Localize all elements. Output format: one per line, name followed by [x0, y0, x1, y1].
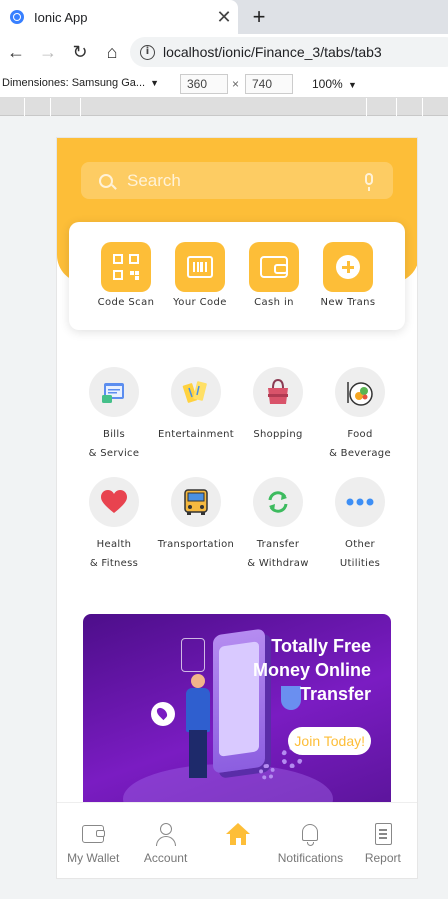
category-label: Shopping	[253, 429, 303, 440]
close-icon[interactable]: ✕	[210, 7, 238, 28]
tab-title: Ionic App	[34, 9, 88, 25]
plus-circle-icon	[336, 255, 360, 279]
transfer-icon	[253, 477, 303, 527]
search-input[interactable]	[127, 170, 347, 191]
category-other[interactable]: Other Utilities	[315, 477, 405, 573]
banner-title: Totally Free Money Online Transfer	[252, 636, 371, 704]
tab-label: Report	[364, 851, 401, 865]
wallet-icon	[82, 825, 106, 843]
category-label: Transportation	[157, 539, 235, 550]
quick-action-label: New Trans	[320, 297, 376, 308]
document-icon	[374, 823, 392, 845]
height-input[interactable]: 740	[245, 74, 293, 94]
category-sublabel: & Service	[88, 448, 140, 459]
media-query-ruler	[0, 98, 448, 116]
shopping-bag-icon	[253, 367, 303, 417]
food-icon	[335, 367, 385, 417]
heart-icon	[89, 477, 139, 527]
your-code-button[interactable]	[175, 242, 225, 292]
category-label: Bills	[103, 429, 125, 440]
browser-tab-bar: Ionic App ✕ +	[0, 0, 448, 34]
ticket-icon	[171, 367, 221, 417]
category-shopping[interactable]: Shopping	[233, 367, 323, 463]
quick-action-label: Code Scan	[97, 297, 155, 308]
category-label: Transfer	[256, 539, 300, 550]
width-input[interactable]: 360	[180, 74, 228, 94]
bottom-tab-bar: My Wallet Account Notifications Report	[57, 802, 417, 878]
microphone-icon[interactable]	[365, 173, 373, 191]
home-icon	[226, 823, 251, 847]
tab-label: Notifications	[277, 851, 344, 865]
promo-banner[interactable]: Totally Free Money Online Transfer Join …	[83, 614, 391, 814]
more-icon	[335, 477, 385, 527]
search-icon	[99, 173, 113, 188]
category-label: Entertainment	[157, 429, 235, 440]
quick-action-your-code[interactable]: Your Code	[163, 242, 237, 308]
category-transportation[interactable]: Transportation	[151, 477, 241, 573]
tab-label: Account	[143, 851, 188, 865]
cash-in-button[interactable]	[249, 242, 299, 292]
category-sublabel	[233, 444, 323, 463]
search-bar[interactable]	[81, 162, 393, 199]
bill-icon	[89, 367, 139, 417]
url-text: localhost/ionic/Finance_3/tabs/tab3	[163, 44, 382, 60]
quick-action-code-scan[interactable]: Code Scan	[89, 242, 163, 308]
forward-button[interactable]: →	[32, 42, 64, 63]
bell-icon	[302, 824, 319, 846]
tab-home[interactable]	[202, 803, 274, 878]
category-entertainment[interactable]: Entertainment	[151, 367, 241, 463]
browser-tab[interactable]: Ionic App ✕	[0, 0, 238, 34]
join-today-button[interactable]: Join Today!	[288, 727, 371, 755]
category-sublabel: & Fitness	[89, 558, 139, 569]
zoom-label: 100%	[312, 77, 343, 91]
tab-label: My Wallet	[67, 851, 120, 865]
category-sublabel	[151, 444, 241, 463]
category-sublabel: & Withdraw	[247, 558, 309, 569]
wallet-icon	[260, 256, 288, 278]
dimension-separator: ×	[232, 77, 240, 91]
category-sublabel: Utilities	[339, 558, 381, 569]
gear-icon	[259, 764, 275, 780]
device-select[interactable]: Dimensiones: Samsung Ga... ▼	[2, 77, 159, 89]
ionic-logo-icon	[10, 10, 24, 24]
info-icon[interactable]: i	[140, 44, 155, 60]
address-bar[interactable]: i localhost/ionic/Finance_3/tabs/tab3	[130, 37, 448, 67]
quick-action-label: Your Code	[173, 297, 227, 308]
category-label: Food	[347, 429, 373, 440]
new-tab-button[interactable]: +	[246, 4, 272, 30]
quick-action-cash-in[interactable]: Cash in	[237, 242, 311, 308]
category-health[interactable]: Health & Fitness	[69, 477, 159, 573]
app-viewport: Code Scan Your Code Cash in New Trans	[56, 137, 418, 879]
back-button[interactable]: ←	[0, 42, 32, 63]
bus-icon	[171, 477, 221, 527]
category-sublabel: & Beverage	[329, 448, 391, 459]
tab-account[interactable]: Account	[129, 803, 201, 878]
category-label: Other	[345, 539, 375, 550]
home-button[interactable]: ⌂	[96, 42, 128, 63]
category-label: Health	[96, 539, 132, 550]
browser-toolbar: ← → ↻ ⌂ i localhost/ionic/Finance_3/tabs…	[0, 34, 448, 70]
person-icon	[129, 823, 201, 847]
quick-action-new-trans[interactable]: New Trans	[311, 242, 385, 308]
device-toolbar: Dimensiones: Samsung Ga... ▼ 360 × 740 1…	[0, 70, 448, 98]
tab-notifications[interactable]: Notifications	[274, 803, 346, 878]
tab-my-wallet[interactable]: My Wallet	[57, 803, 129, 878]
category-sublabel	[151, 554, 241, 573]
quick-action-label: Cash in	[254, 297, 294, 308]
chevron-down-icon: ▼	[348, 80, 357, 90]
reload-button[interactable]: ↻	[64, 42, 96, 63]
zoom-select[interactable]: 100% ▼	[312, 77, 357, 91]
device-label: Dimensiones: Samsung Ga...	[2, 77, 146, 89]
barcode-icon	[187, 256, 213, 278]
category-transfer[interactable]: Transfer & Withdraw	[233, 477, 323, 573]
qr-code-icon	[113, 254, 139, 280]
code-scan-button[interactable]	[101, 242, 151, 292]
category-food[interactable]: Food & Beverage	[315, 367, 405, 463]
new-trans-button[interactable]	[323, 242, 373, 292]
chevron-down-icon: ▼	[150, 78, 160, 88]
category-bills[interactable]: Bills & Service	[69, 367, 159, 463]
tab-report[interactable]: Report	[347, 803, 417, 878]
quick-actions-card: Code Scan Your Code Cash in New Trans	[69, 222, 405, 330]
